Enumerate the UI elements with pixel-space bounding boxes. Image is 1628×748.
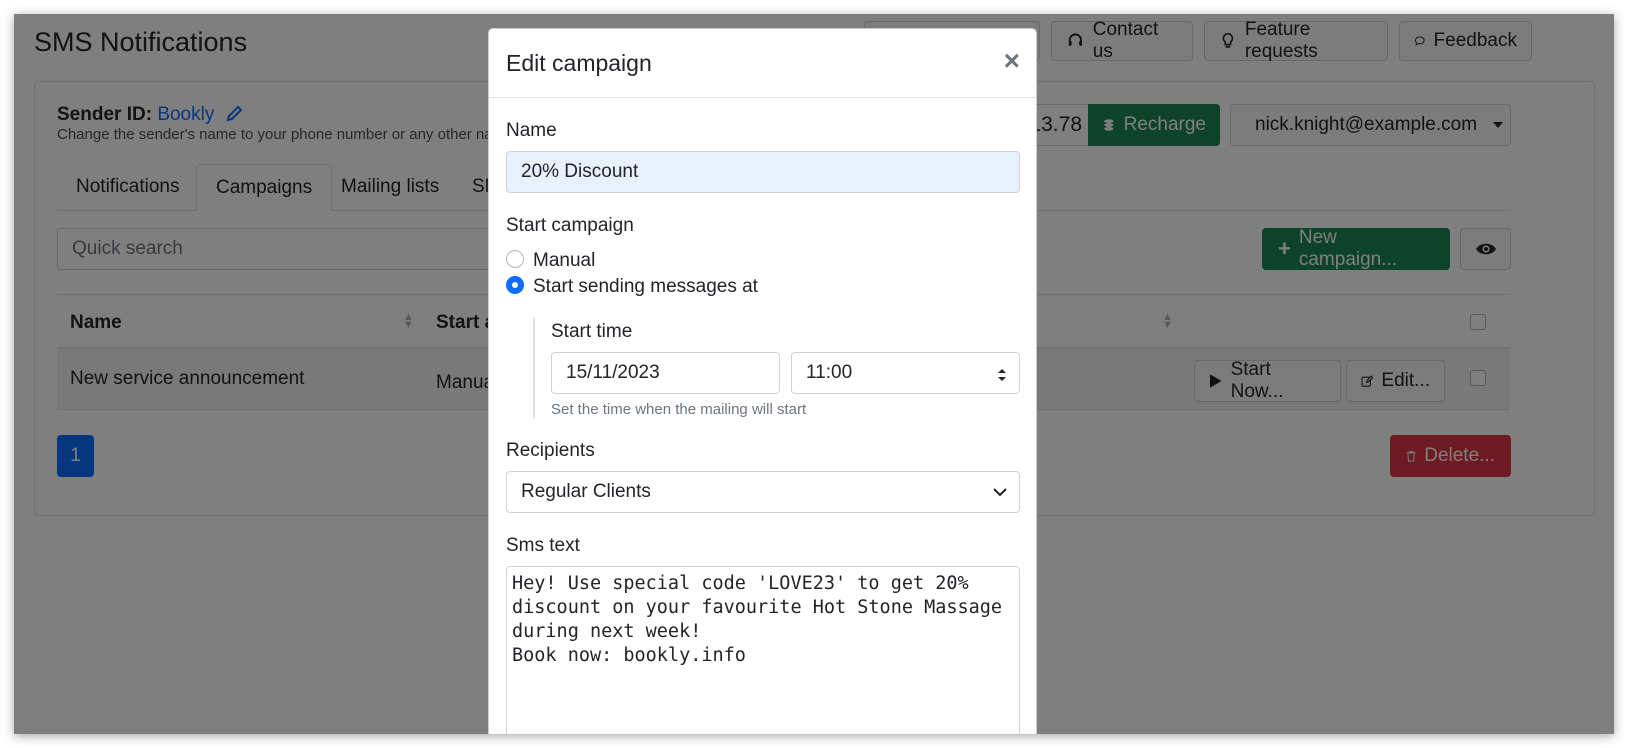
start-time-value: 11:00 <box>806 362 853 383</box>
start-time-select[interactable]: 11:00 <box>791 352 1020 394</box>
radio-scheduled[interactable] <box>506 276 524 294</box>
campaign-name-input[interactable]: 20% Discount <box>506 151 1020 193</box>
start-time-label: Start time <box>551 321 633 342</box>
name-label: Name <box>506 120 557 141</box>
recipients-label: Recipients <box>506 440 595 461</box>
indent-rule <box>533 317 535 419</box>
start-date-input[interactable]: 15/11/2023 <box>551 352 780 394</box>
radio-manual-label[interactable]: Manual <box>533 250 595 272</box>
start-time-help: Set the time when the mailing will start <box>551 401 807 418</box>
edit-campaign-modal: Edit campaign × Name 20% Discount Start … <box>488 28 1037 734</box>
updown-arrows-icon <box>998 369 1006 381</box>
sms-text-area[interactable]: Hey! Use special code 'LOVE23' to get 20… <box>506 566 1020 734</box>
close-icon[interactable]: × <box>1004 47 1020 75</box>
radio-manual[interactable] <box>506 250 524 268</box>
radio-scheduled-label[interactable]: Start sending messages at <box>533 276 758 298</box>
recipients-select[interactable]: Regular Clients <box>506 471 1020 513</box>
chevron-down-icon <box>993 488 1007 497</box>
sms-text-label: Sms text <box>506 535 580 556</box>
modal-title: Edit campaign <box>506 50 652 76</box>
app-window: SMS Notifications Contact us Feature req… <box>14 14 1614 734</box>
modal-header: Edit campaign × <box>489 29 1036 98</box>
start-campaign-label: Start campaign <box>506 215 634 236</box>
recipients-value: Regular Clients <box>521 481 651 502</box>
